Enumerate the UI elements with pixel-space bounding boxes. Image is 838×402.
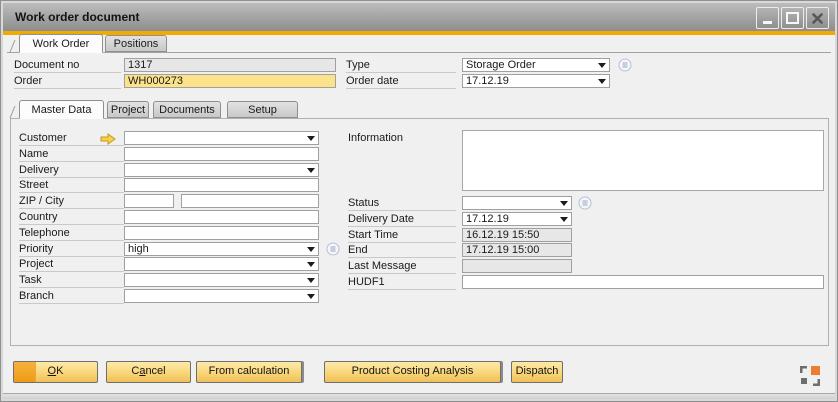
status-label: Status (348, 196, 456, 211)
delivery-date-combo[interactable]: 17.12.19 (462, 212, 572, 226)
street-field[interactable] (124, 178, 319, 192)
chevron-down-icon (598, 63, 606, 68)
tab-work-order-label: Work Order (33, 38, 90, 50)
hudf1-field[interactable] (462, 275, 824, 289)
chevron-down-icon (307, 136, 315, 141)
type-combo-value: Storage Order (466, 59, 606, 71)
start-time-label: Start Time (348, 228, 456, 243)
order-date-label: Order date (346, 74, 456, 89)
window-title: Work order document (3, 10, 139, 24)
order-label: Order (14, 74, 121, 89)
minimize-icon (763, 21, 772, 24)
tab-project[interactable]: Project (107, 101, 149, 118)
project-combo[interactable] (124, 257, 319, 271)
minimize-button[interactable] (756, 7, 779, 29)
titlebar[interactable]: Work order document (3, 3, 835, 31)
chevron-down-icon (307, 294, 315, 299)
priority-combo[interactable]: high (124, 242, 319, 256)
end-field[interactable] (462, 243, 572, 257)
type-label: Type (346, 58, 456, 73)
telephone-field[interactable] (124, 226, 319, 240)
tab-documents[interactable]: Documents (153, 101, 221, 118)
cancel-button[interactable]: Cancel (106, 361, 191, 383)
tab-work-order[interactable]: Work Order (19, 34, 103, 53)
order-field[interactable] (124, 74, 336, 88)
street-label: Street (19, 178, 124, 193)
tab-documents-label: Documents (159, 104, 215, 116)
project-label: Project (19, 257, 124, 272)
tab-positions-label: Positions (114, 38, 159, 50)
branch-combo[interactable] (124, 289, 319, 303)
chevron-down-icon (598, 79, 606, 84)
city-field[interactable] (181, 194, 319, 208)
maximize-icon (786, 12, 799, 24)
choose-from-list-icon[interactable] (326, 242, 340, 256)
type-combo[interactable]: Storage Order (462, 58, 610, 72)
tab-master-data-label: Master Data (32, 104, 92, 116)
last-message-label: Last Message (348, 259, 456, 274)
delivery-date-combo-value: 17.12.19 (466, 213, 568, 225)
priority-label: Priority (19, 242, 124, 257)
window-controls (756, 7, 829, 29)
dispatch-button[interactable]: Dispatch (511, 361, 563, 383)
work-order-document-window: Work order document Work Order Positions… (0, 0, 838, 402)
task-combo[interactable] (124, 273, 319, 287)
branch-label: Branch (19, 289, 124, 304)
delivery-label: Delivery (19, 163, 124, 178)
country-field[interactable] (124, 210, 319, 224)
last-message-field[interactable] (462, 259, 572, 273)
resize-grip-icon[interactable] (799, 365, 822, 393)
chevron-down-icon (560, 217, 568, 222)
chevron-down-icon (307, 278, 315, 283)
document-no-label: Document no (14, 58, 121, 73)
close-button[interactable] (806, 7, 829, 29)
hudf1-label: HUDF1 (348, 275, 456, 290)
choose-from-list-icon[interactable] (618, 58, 632, 72)
close-icon (812, 13, 823, 24)
tab-positions[interactable]: Positions (105, 35, 167, 52)
tab-setup-label: Setup (248, 104, 277, 116)
tab-project-label: Project (111, 104, 145, 116)
chevron-down-icon (307, 168, 315, 173)
chevron-down-icon (560, 201, 568, 206)
order-date-combo[interactable]: 17.12.19 (462, 74, 610, 88)
outer-tab-baseline (7, 52, 831, 53)
tab-setup[interactable]: Setup (227, 101, 298, 118)
priority-combo-value: high (128, 243, 315, 255)
window-bottom-frame (3, 393, 835, 399)
zip-field[interactable] (124, 194, 174, 208)
information-textarea[interactable] (462, 130, 824, 191)
information-label: Information (348, 131, 456, 146)
end-label: End (348, 243, 456, 258)
customer-combo[interactable] (124, 131, 319, 145)
order-date-combo-value: 17.12.19 (466, 75, 606, 87)
default-button-indicator (14, 362, 36, 382)
link-arrow-icon[interactable] (100, 132, 116, 150)
from-calculation-button[interactable]: From calculation (196, 361, 302, 383)
chevron-down-icon (307, 262, 315, 267)
maximize-button[interactable] (781, 7, 804, 29)
document-no-field[interactable] (124, 58, 336, 72)
task-label: Task (19, 273, 124, 288)
choose-from-list-icon[interactable] (578, 196, 592, 210)
name-field[interactable] (124, 147, 319, 161)
start-time-field[interactable] (462, 228, 572, 242)
delivery-combo[interactable] (124, 163, 319, 177)
zip-city-label: ZIP / City (19, 194, 124, 209)
country-label: Country (19, 210, 124, 225)
ok-button[interactable]: OK (13, 361, 98, 383)
delivery-date-label: Delivery Date (348, 212, 456, 227)
telephone-label: Telephone (19, 226, 124, 241)
chevron-down-icon (307, 247, 315, 252)
product-costing-analysis-button[interactable]: Product Costing Analysis (324, 361, 501, 383)
status-combo[interactable] (462, 196, 572, 210)
tab-master-data[interactable]: Master Data (19, 100, 104, 119)
